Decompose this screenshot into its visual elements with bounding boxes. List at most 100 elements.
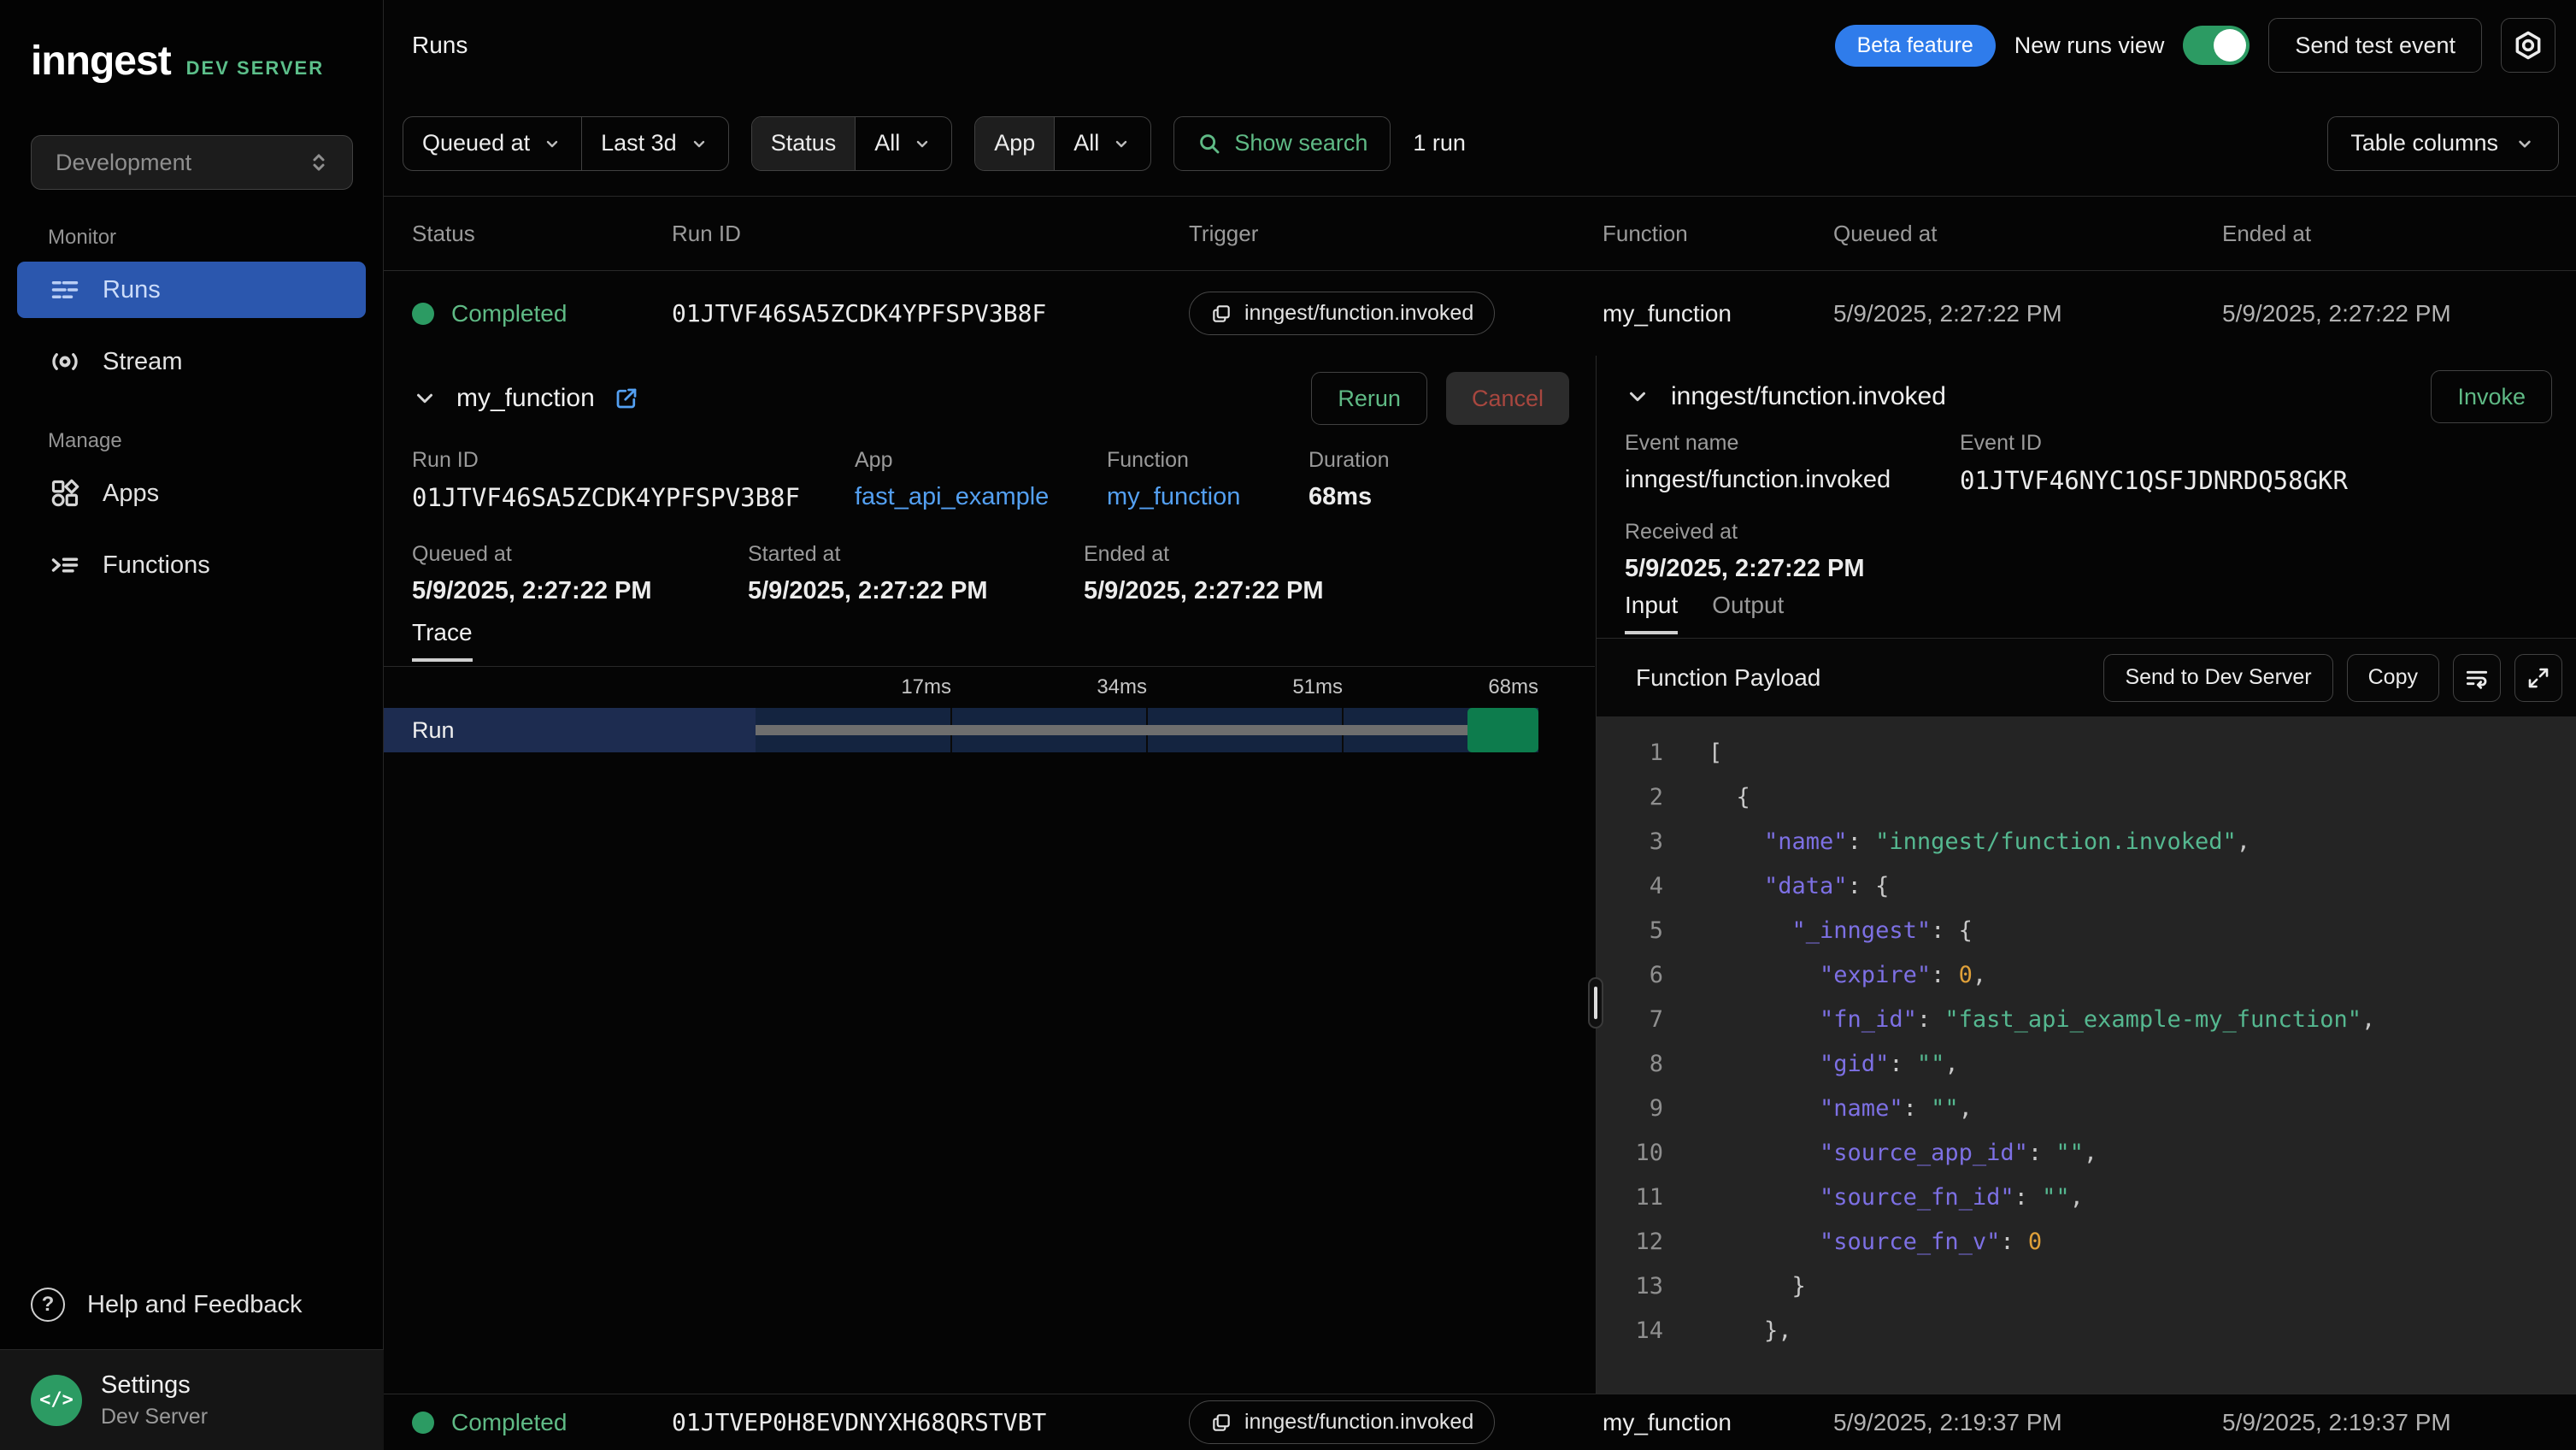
app-link[interactable]: fast_api_example: [855, 483, 1049, 511]
code-text: "data": {: [1663, 873, 1889, 899]
chevron-down-icon: [542, 133, 562, 154]
chevron-down-icon: [1111, 133, 1132, 154]
expanded-run-area: my_function Rerun Cancel Run ID 01JTVF46…: [384, 356, 2576, 1394]
apps-icon: [50, 478, 80, 509]
invoke-button[interactable]: Invoke: [2431, 370, 2552, 423]
trace-timeline: [756, 708, 1538, 752]
sidebar-item-apps[interactable]: Apps: [17, 465, 366, 522]
environment-select[interactable]: Development: [31, 135, 353, 190]
settings-subtitle: Dev Server: [101, 1405, 208, 1429]
send-to-dev-server-button[interactable]: Send to Dev Server: [2103, 654, 2332, 702]
table-columns-button[interactable]: Table columns: [2327, 116, 2559, 171]
code-text: "source_app_id": "",: [1663, 1140, 2097, 1166]
run-id-value: 01JTVF46SA5ZCDK4YPFSPV3B8F: [412, 483, 800, 512]
sidebar-item-stream[interactable]: Stream: [17, 333, 366, 390]
duration-field: Duration 68ms: [1309, 448, 1390, 511]
app-field: App fast_api_example: [855, 448, 1049, 511]
send-test-event-button[interactable]: Send test event: [2268, 18, 2482, 73]
tab-output[interactable]: Output: [1712, 592, 1784, 634]
payload-title: Function Payload: [1636, 664, 1820, 692]
cancel-button[interactable]: Cancel: [1446, 372, 1569, 425]
tab-input[interactable]: Input: [1625, 592, 1678, 634]
run-id-label: Run ID: [412, 448, 800, 473]
status-text: Completed: [451, 300, 567, 327]
new-runs-view-toggle[interactable]: [2183, 26, 2250, 65]
event-id-value: 01JTVF46NYC1QSFJDNRDQ58GKR: [1960, 466, 2348, 495]
settings-gear-button[interactable]: [2501, 18, 2555, 73]
code-text: }: [1663, 1273, 1806, 1300]
code-text: {: [1663, 784, 1750, 810]
trace-queue-bar: [756, 725, 1467, 735]
event-detail-panel: inngest/function.invoked Invoke Event na…: [1596, 356, 2576, 1394]
show-search-button[interactable]: Show search: [1173, 116, 1391, 171]
word-wrap-button[interactable]: [2453, 654, 2501, 702]
timeline-tick: 68ms: [1419, 675, 1538, 699]
table-row[interactable]: Completed 01JTVF46SA5ZCDK4YPFSPV3B8F inn…: [384, 272, 2576, 355]
table-row[interactable]: Completed 01JTVEP0H8EVDNYXH68QRSTVBT inn…: [384, 1394, 2576, 1450]
updown-chevron-icon: [306, 150, 332, 175]
copy-button[interactable]: Copy: [2347, 654, 2439, 702]
expand-button[interactable]: [2514, 654, 2562, 702]
line-number: 8: [1597, 1051, 1663, 1077]
started-at-label: Started at: [748, 542, 988, 567]
duration-value: 68ms: [1309, 483, 1390, 511]
status-cell: Completed: [412, 300, 672, 327]
tab-trace[interactable]: Trace: [412, 619, 473, 662]
event-id-label: Event ID: [1960, 431, 2348, 456]
line-number: 14: [1597, 1317, 1663, 1344]
column-header-trigger: Trigger: [1189, 221, 1603, 247]
trace-divider: [384, 666, 1595, 667]
app-filter-dropdown[interactable]: All: [1054, 117, 1150, 170]
collapse-chevron-icon[interactable]: [1625, 384, 1650, 410]
status-filter-dropdown[interactable]: All: [855, 117, 951, 170]
runs-icon: [50, 274, 80, 305]
payload-code-editor[interactable]: 1[2 {3 "name": "inngest/function.invoked…: [1597, 716, 2576, 1394]
ended-at-field: Ended at 5/9/2025, 2:27:22 PM: [1084, 542, 1324, 605]
code-text: "fn_id": "fast_api_example-my_function",: [1663, 1006, 2375, 1033]
help-and-feedback[interactable]: ? Help and Feedback: [31, 1288, 303, 1322]
trace-run-row[interactable]: Run: [384, 708, 1538, 752]
panel-resize-handle[interactable]: [1588, 977, 1603, 1029]
event-id-field: Event ID 01JTVF46NYC1QSFJDNRDQ58GKR: [1960, 431, 2348, 495]
line-number: 9: [1597, 1095, 1663, 1122]
app-filter-group: App All: [974, 116, 1151, 171]
chevron-down-icon: [912, 133, 932, 154]
new-runs-view-label: New runs view: [2014, 32, 2165, 59]
settings-row[interactable]: </> Settings Dev Server: [0, 1349, 384, 1450]
timeline-tick: 34ms: [1027, 675, 1147, 699]
help-label: Help and Feedback: [87, 1291, 303, 1319]
column-header-ended-at: Ended at: [2222, 221, 2576, 247]
environment-select-value: Development: [56, 150, 191, 176]
collapse-chevron-icon[interactable]: [412, 386, 438, 411]
event-detail-header: inngest/function.invoked Invoke: [1625, 369, 2552, 424]
code-text: "name": "inngest/function.invoked",: [1663, 828, 2250, 855]
table-columns-label: Table columns: [2350, 130, 2498, 156]
settings-text: Settings Dev Server: [101, 1371, 208, 1429]
code-line: 10 "source_app_id": "",: [1597, 1130, 2576, 1175]
trigger-event-pill[interactable]: inngest/function.invoked: [1189, 292, 1495, 335]
time-field-dropdown[interactable]: Queued at: [403, 117, 581, 170]
line-number: 7: [1597, 1006, 1663, 1033]
sidebar-section-monitor: Monitor: [48, 226, 116, 250]
function-cell: my_function: [1603, 1409, 1833, 1436]
app-label-text: App: [994, 130, 1035, 156]
function-link[interactable]: my_function: [1107, 483, 1240, 511]
time-filter-group: Queued at Last 3d: [403, 116, 729, 171]
code-text: "name": "",: [1663, 1095, 1973, 1122]
column-header-status: Status: [412, 221, 672, 247]
status-dot-completed: [412, 1412, 434, 1434]
sidebar-item-runs[interactable]: Runs: [17, 262, 366, 318]
sidebar-item-label: Functions: [103, 551, 210, 580]
time-range-dropdown[interactable]: Last 3d: [581, 117, 728, 170]
external-link-icon[interactable]: [614, 386, 639, 411]
toggle-knob: [2214, 29, 2246, 62]
rerun-button[interactable]: Rerun: [1311, 372, 1427, 425]
code-text: },: [1663, 1317, 1792, 1344]
trigger-event-pill[interactable]: inngest/function.invoked: [1189, 1400, 1495, 1444]
ended-at-cell: 5/9/2025, 2:27:22 PM: [2222, 300, 2576, 327]
queued-at-field: Queued at 5/9/2025, 2:27:22 PM: [412, 542, 652, 605]
hex-nut-icon: [2512, 29, 2544, 62]
started-at-field: Started at 5/9/2025, 2:27:22 PM: [748, 542, 988, 605]
sidebar-item-functions[interactable]: Functions: [17, 537, 366, 593]
code-line: 8 "gid": "",: [1597, 1041, 2576, 1086]
